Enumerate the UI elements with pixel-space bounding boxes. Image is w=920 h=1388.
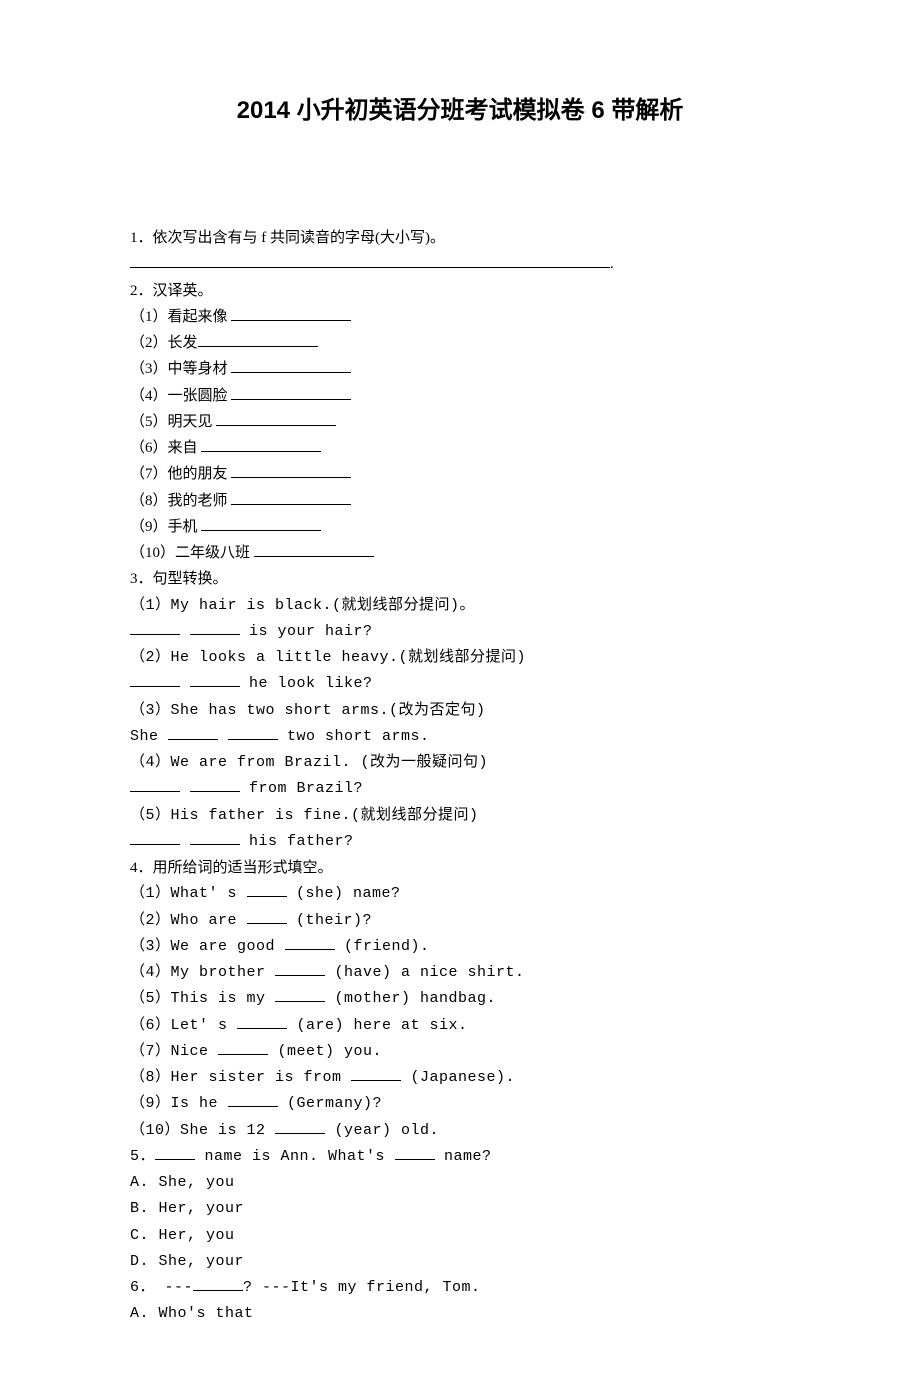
q4-item-1: （1）What' s (she) name? <box>130 881 790 907</box>
q4-item-6: （6）Let' s (are) here at six. <box>130 1013 790 1039</box>
q6-prompt: 6． ---? ---It's my friend, Tom. <box>130 1275 790 1301</box>
q6-option-a: A. Who's that <box>130 1301 790 1327</box>
q2-item-4: （4）一张圆脸 <box>130 383 790 409</box>
q2-item-9: （9）手机 <box>130 514 790 540</box>
q2-item-2: （2）长发 <box>130 330 790 356</box>
q4-item-3: （3）We are good (friend). <box>130 934 790 960</box>
q5-option-b: B. Her, your <box>130 1196 790 1222</box>
q4-item-8: （8）Her sister is from (Japanese). <box>130 1065 790 1091</box>
q2-item-8: （8）我的老师 <box>130 488 790 514</box>
document-body: 1．依次写出含有与 f 共同读音的字母(大小写)。 . 2．汉译英。 （1）看起… <box>130 225 790 1328</box>
q4-item-4: （4）My brother (have) a nice shirt. <box>130 960 790 986</box>
q2-item-5: （5）明天见 <box>130 409 790 435</box>
q4-prompt: 4．用所给词的适当形式填空。 <box>130 855 790 881</box>
q4-item-2: （2）Who are (their)? <box>130 908 790 934</box>
q3-prompt: 3．句型转换。 <box>130 566 790 592</box>
q3-item-4b: from Brazil? <box>130 776 790 802</box>
q2-item-3: （3）中等身材 <box>130 356 790 382</box>
q4-item-7: （7）Nice (meet) you. <box>130 1039 790 1065</box>
q3-item-1a: （1）My hair is black.(就划线部分提问)。 <box>130 593 790 619</box>
q5-prompt: 5． name is Ann. What's name? <box>130 1144 790 1170</box>
q3-item-4a: （4）We are from Brazil. (改为一般疑问句) <box>130 750 790 776</box>
q3-item-1b: is your hair? <box>130 619 790 645</box>
q2-item-7: （7）他的朋友 <box>130 461 790 487</box>
q4-item-10: （10）She is 12 (year) old. <box>130 1118 790 1144</box>
q5-option-d: D. She, your <box>130 1249 790 1275</box>
q3-item-5a: （5）His father is fine.(就划线部分提问) <box>130 803 790 829</box>
q2-item-10: （10）二年级八班 <box>130 540 790 566</box>
q3-item-2a: （2）He looks a little heavy.(就划线部分提问) <box>130 645 790 671</box>
q2-item-6: （6）来自 <box>130 435 790 461</box>
q1-answer-line: . <box>130 251 790 277</box>
q4-item-5: （5）This is my (mother) handbag. <box>130 986 790 1012</box>
q5-option-a: A. She, you <box>130 1170 790 1196</box>
q4-item-9: （9）Is he (Germany)? <box>130 1091 790 1117</box>
q5-option-c: C. Her, you <box>130 1223 790 1249</box>
q3-item-2b: he look like? <box>130 671 790 697</box>
q2-item-1: （1）看起来像 <box>130 304 790 330</box>
document-title: 2014 小升初英语分班考试模拟卷 6 带解析 <box>130 90 790 125</box>
q3-item-5b: his father? <box>130 829 790 855</box>
q3-item-3a: （3）She has two short arms.(改为否定句) <box>130 698 790 724</box>
q3-item-3b: She two short arms. <box>130 724 790 750</box>
q1-prompt: 1．依次写出含有与 f 共同读音的字母(大小写)。 <box>130 225 790 251</box>
q2-prompt: 2．汉译英。 <box>130 278 790 304</box>
